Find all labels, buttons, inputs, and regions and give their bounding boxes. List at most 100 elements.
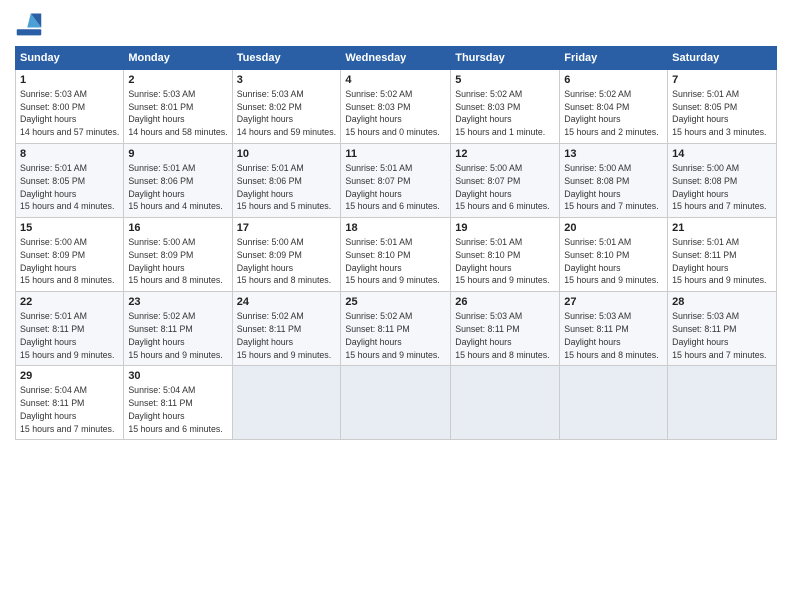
day-info: Sunrise: 5:00 AMSunset: 8:09 PMDaylight … xyxy=(128,237,222,285)
day-number: 2 xyxy=(128,73,227,88)
day-number: 1 xyxy=(20,73,119,88)
calendar-cell: 22Sunrise: 5:01 AMSunset: 8:11 PMDayligh… xyxy=(16,292,124,366)
calendar-cell: 8Sunrise: 5:01 AMSunset: 8:05 PMDaylight… xyxy=(16,144,124,218)
calendar-cell: 2Sunrise: 5:03 AMSunset: 8:01 PMDaylight… xyxy=(124,70,232,144)
day-number: 23 xyxy=(128,295,227,310)
day-info: Sunrise: 5:01 AMSunset: 8:10 PMDaylight … xyxy=(564,237,658,285)
day-number: 5 xyxy=(455,73,555,88)
logo xyxy=(15,10,47,38)
day-number: 7 xyxy=(672,73,772,88)
day-header-saturday: Saturday xyxy=(668,47,777,70)
day-info: Sunrise: 5:01 AMSunset: 8:05 PMDaylight … xyxy=(672,89,766,137)
day-info: Sunrise: 5:00 AMSunset: 8:09 PMDaylight … xyxy=(237,237,331,285)
calendar-cell xyxy=(341,366,451,440)
calendar-cell: 21Sunrise: 5:01 AMSunset: 8:11 PMDayligh… xyxy=(668,218,777,292)
day-number: 11 xyxy=(345,147,446,162)
day-info: Sunrise: 5:00 AMSunset: 8:08 PMDaylight … xyxy=(564,163,658,211)
day-number: 16 xyxy=(128,221,227,236)
logo-icon xyxy=(15,10,43,38)
day-info: Sunrise: 5:01 AMSunset: 8:06 PMDaylight … xyxy=(128,163,222,211)
calendar-cell: 7Sunrise: 5:01 AMSunset: 8:05 PMDaylight… xyxy=(668,70,777,144)
day-number: 27 xyxy=(564,295,663,310)
calendar-cell: 5Sunrise: 5:02 AMSunset: 8:03 PMDaylight… xyxy=(451,70,560,144)
page: SundayMondayTuesdayWednesdayThursdayFrid… xyxy=(0,0,792,612)
day-info: Sunrise: 5:00 AMSunset: 8:07 PMDaylight … xyxy=(455,163,549,211)
calendar-week-5: 29Sunrise: 5:04 AMSunset: 8:11 PMDayligh… xyxy=(16,366,777,440)
day-info: Sunrise: 5:02 AMSunset: 8:11 PMDaylight … xyxy=(128,311,222,359)
day-info: Sunrise: 5:04 AMSunset: 8:11 PMDaylight … xyxy=(128,385,222,433)
calendar-cell: 29Sunrise: 5:04 AMSunset: 8:11 PMDayligh… xyxy=(16,366,124,440)
day-info: Sunrise: 5:02 AMSunset: 8:03 PMDaylight … xyxy=(455,89,545,137)
day-number: 26 xyxy=(455,295,555,310)
calendar-cell: 9Sunrise: 5:01 AMSunset: 8:06 PMDaylight… xyxy=(124,144,232,218)
calendar-cell xyxy=(232,366,341,440)
day-info: Sunrise: 5:01 AMSunset: 8:10 PMDaylight … xyxy=(455,237,549,285)
day-number: 13 xyxy=(564,147,663,162)
day-header-thursday: Thursday xyxy=(451,47,560,70)
day-header-friday: Friday xyxy=(560,47,668,70)
calendar-week-4: 22Sunrise: 5:01 AMSunset: 8:11 PMDayligh… xyxy=(16,292,777,366)
day-number: 24 xyxy=(237,295,337,310)
calendar-cell: 24Sunrise: 5:02 AMSunset: 8:11 PMDayligh… xyxy=(232,292,341,366)
day-number: 3 xyxy=(237,73,337,88)
day-number: 10 xyxy=(237,147,337,162)
day-info: Sunrise: 5:03 AMSunset: 8:11 PMDaylight … xyxy=(564,311,658,359)
day-info: Sunrise: 5:03 AMSunset: 8:11 PMDaylight … xyxy=(672,311,766,359)
day-number: 25 xyxy=(345,295,446,310)
day-number: 17 xyxy=(237,221,337,236)
day-number: 18 xyxy=(345,221,446,236)
day-number: 4 xyxy=(345,73,446,88)
calendar-cell: 26Sunrise: 5:03 AMSunset: 8:11 PMDayligh… xyxy=(451,292,560,366)
calendar-week-1: 1Sunrise: 5:03 AMSunset: 8:00 PMDaylight… xyxy=(16,70,777,144)
day-number: 19 xyxy=(455,221,555,236)
day-number: 14 xyxy=(672,147,772,162)
day-header-monday: Monday xyxy=(124,47,232,70)
day-info: Sunrise: 5:01 AMSunset: 8:11 PMDaylight … xyxy=(20,311,114,359)
calendar-cell: 19Sunrise: 5:01 AMSunset: 8:10 PMDayligh… xyxy=(451,218,560,292)
calendar-cell xyxy=(451,366,560,440)
day-number: 28 xyxy=(672,295,772,310)
day-info: Sunrise: 5:03 AMSunset: 8:00 PMDaylight … xyxy=(20,89,119,137)
header xyxy=(15,10,777,38)
calendar-cell: 10Sunrise: 5:01 AMSunset: 8:06 PMDayligh… xyxy=(232,144,341,218)
calendar-header-row: SundayMondayTuesdayWednesdayThursdayFrid… xyxy=(16,47,777,70)
calendar-cell: 16Sunrise: 5:00 AMSunset: 8:09 PMDayligh… xyxy=(124,218,232,292)
day-info: Sunrise: 5:02 AMSunset: 8:11 PMDaylight … xyxy=(237,311,331,359)
day-number: 15 xyxy=(20,221,119,236)
calendar-cell: 1Sunrise: 5:03 AMSunset: 8:00 PMDaylight… xyxy=(16,70,124,144)
day-info: Sunrise: 5:01 AMSunset: 8:11 PMDaylight … xyxy=(672,237,766,285)
day-number: 6 xyxy=(564,73,663,88)
calendar-cell: 13Sunrise: 5:00 AMSunset: 8:08 PMDayligh… xyxy=(560,144,668,218)
calendar-cell: 20Sunrise: 5:01 AMSunset: 8:10 PMDayligh… xyxy=(560,218,668,292)
day-info: Sunrise: 5:02 AMSunset: 8:03 PMDaylight … xyxy=(345,89,439,137)
calendar-cell: 18Sunrise: 5:01 AMSunset: 8:10 PMDayligh… xyxy=(341,218,451,292)
day-number: 22 xyxy=(20,295,119,310)
calendar-cell: 14Sunrise: 5:00 AMSunset: 8:08 PMDayligh… xyxy=(668,144,777,218)
day-info: Sunrise: 5:03 AMSunset: 8:01 PMDaylight … xyxy=(128,89,227,137)
day-header-tuesday: Tuesday xyxy=(232,47,341,70)
calendar-table: SundayMondayTuesdayWednesdayThursdayFrid… xyxy=(15,46,777,440)
calendar-cell: 17Sunrise: 5:00 AMSunset: 8:09 PMDayligh… xyxy=(232,218,341,292)
day-header-sunday: Sunday xyxy=(16,47,124,70)
calendar-week-2: 8Sunrise: 5:01 AMSunset: 8:05 PMDaylight… xyxy=(16,144,777,218)
day-number: 21 xyxy=(672,221,772,236)
day-info: Sunrise: 5:02 AMSunset: 8:04 PMDaylight … xyxy=(564,89,658,137)
calendar-cell: 12Sunrise: 5:00 AMSunset: 8:07 PMDayligh… xyxy=(451,144,560,218)
day-number: 9 xyxy=(128,147,227,162)
calendar-week-3: 15 Sunrise: 5:00 AMSunset: 8:09 PMDayligh… xyxy=(16,218,777,292)
calendar-cell: 23Sunrise: 5:02 AMSunset: 8:11 PMDayligh… xyxy=(124,292,232,366)
calendar-cell xyxy=(668,366,777,440)
calendar-cell: 3Sunrise: 5:03 AMSunset: 8:02 PMDaylight… xyxy=(232,70,341,144)
day-info: Sunrise: 5:01 AMSunset: 8:10 PMDaylight … xyxy=(345,237,439,285)
day-info: Sunrise: 5:02 AMSunset: 8:11 PMDaylight … xyxy=(345,311,439,359)
calendar-cell: 15Sunrise: 5:00 AMSunset: 8:09 PMDayligh… xyxy=(16,218,124,292)
day-info: Sunrise: 5:01 AMSunset: 8:05 PMDaylight … xyxy=(20,163,114,211)
calendar-cell: 6Sunrise: 5:02 AMSunset: 8:04 PMDaylight… xyxy=(560,70,668,144)
calendar-cell: 11Sunrise: 5:01 AMSunset: 8:07 PMDayligh… xyxy=(341,144,451,218)
day-info: Sunrise: 5:01 AMSunset: 8:06 PMDaylight … xyxy=(237,163,331,211)
day-number: 12 xyxy=(455,147,555,162)
day-info: Sunrise: 5:00 AMSunset: 8:08 PMDaylight … xyxy=(672,163,766,211)
day-info: Sunrise: 5:04 AMSunset: 8:11 PMDaylight … xyxy=(20,385,114,433)
day-number: 20 xyxy=(564,221,663,236)
day-number: 30 xyxy=(128,369,227,384)
